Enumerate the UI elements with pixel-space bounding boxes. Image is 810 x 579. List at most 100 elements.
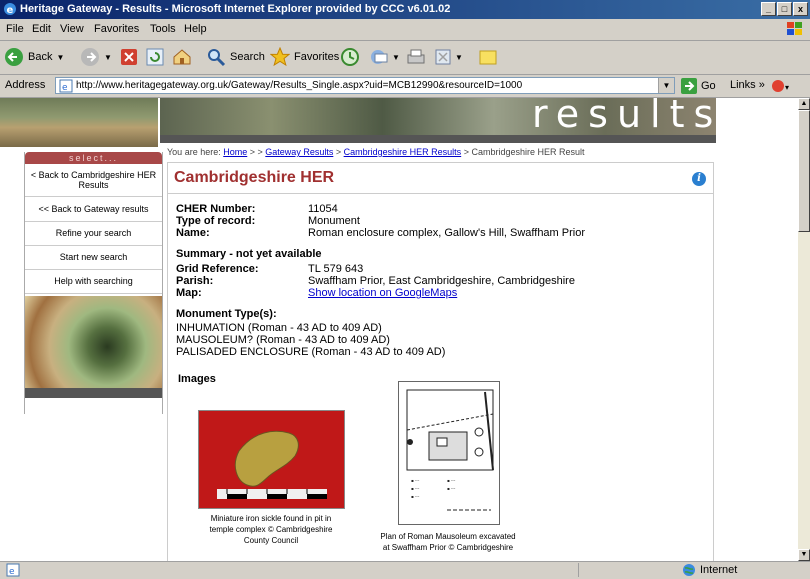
- monument-type-item: PALISADED ENCLOSURE (Roman - 43 AD to 40…: [176, 346, 446, 358]
- type-label: Type of record:: [176, 215, 256, 227]
- history-icon: [341, 48, 359, 66]
- toolbar: Back ▼ ▼ Search Favorites ▼ ▼: [0, 41, 810, 75]
- edit-button[interactable]: ▼: [434, 46, 463, 68]
- svg-text:▪ ---: ▪ ---: [447, 486, 456, 491]
- svg-text:▪ ---: ▪ ---: [411, 478, 420, 483]
- mail-icon: [371, 50, 388, 64]
- folder-icon: [479, 50, 497, 65]
- menu-help[interactable]: Help: [184, 23, 207, 35]
- page-status-icon: e: [6, 563, 20, 577]
- banner-title: results: [532, 98, 723, 136]
- security-zone: Internet: [682, 563, 737, 577]
- monument-type-item: MAUSOLEUM? (Roman - 43 AD to 409 AD): [176, 334, 390, 346]
- svg-text:e: e: [62, 83, 68, 93]
- parish-label: Parish:: [176, 275, 214, 287]
- banner-photo: [0, 98, 158, 147]
- map-label: Map:: [176, 287, 202, 299]
- home-icon: [173, 49, 191, 65]
- images-heading: Images: [178, 373, 216, 385]
- menu-favorites[interactable]: Favorites: [94, 23, 139, 35]
- ie-logo-icon: e: [4, 3, 16, 16]
- refresh-button[interactable]: [146, 46, 164, 68]
- sickle-caption-line: temple complex © Cambridgeshire: [209, 525, 333, 534]
- mail-button[interactable]: ▼: [368, 46, 400, 68]
- vertical-scrollbar[interactable]: ▲ ▼: [798, 98, 810, 561]
- monument-type-item: INHUMATION (Roman - 43 AD to 409 AD): [176, 322, 382, 334]
- printer-icon: [407, 49, 425, 64]
- svg-text:e: e: [7, 5, 14, 16]
- breadcrumb-home[interactable]: Home: [223, 147, 247, 157]
- spiral-staircase-photo: [25, 296, 162, 388]
- summary-heading: Summary - not yet available: [176, 248, 322, 260]
- chevron-down-icon: ▼: [56, 52, 65, 62]
- type-value: Monument: [308, 215, 360, 227]
- address-input[interactable]: e http://www.heritagegateway.org.uk/Gate…: [55, 77, 675, 94]
- close-button[interactable]: x: [793, 2, 808, 16]
- history-button[interactable]: [340, 46, 360, 68]
- scroll-down-button[interactable]: ▼: [798, 549, 810, 561]
- scroll-thumb[interactable]: [798, 110, 810, 232]
- sickle-image[interactable]: [198, 410, 345, 509]
- google-maps-link[interactable]: Show location on GoogleMaps: [308, 287, 457, 299]
- menu-file[interactable]: File: [6, 23, 24, 35]
- back-arrow-icon: [5, 48, 23, 66]
- links-button[interactable]: Links »: [730, 79, 765, 91]
- back-button[interactable]: Back ▼: [4, 46, 64, 68]
- go-button[interactable]: Go: [681, 78, 716, 94]
- title-bar: e Heritage Gateway - Results - Microsoft…: [0, 0, 810, 19]
- home-button[interactable]: [172, 46, 192, 68]
- plan-caption-line: Plan of Roman Mausoleum excavated: [380, 532, 516, 541]
- minimize-button[interactable]: _: [761, 2, 776, 16]
- address-dropdown-button[interactable]: ▼: [658, 78, 674, 93]
- stop-icon: [121, 49, 137, 65]
- record-panel: Cambridgeshire HER i CHER Number: 11054 …: [167, 162, 714, 561]
- svg-text:▪ ---: ▪ ---: [411, 486, 420, 491]
- scroll-up-button[interactable]: ▲: [798, 98, 810, 110]
- page-icon: e: [59, 79, 73, 93]
- sidebar-item-back-her[interactable]: < Back to Cambridgeshire HER Results: [25, 166, 162, 197]
- forward-arrow-icon: [81, 48, 99, 66]
- menu-tools[interactable]: Tools: [150, 23, 176, 35]
- favorites-button[interactable]: Favorites: [270, 46, 339, 68]
- refresh-icon: [146, 48, 164, 66]
- sidebar-item-refine[interactable]: Refine your search: [25, 222, 162, 246]
- sidebar-item-new-search[interactable]: Start new search: [25, 246, 162, 270]
- plan-caption-line: at Swaffham Prior © Cambridgeshire: [382, 543, 514, 552]
- star-icon: [270, 47, 290, 67]
- notes-button[interactable]: [478, 46, 498, 68]
- search-button[interactable]: Search: [206, 46, 265, 68]
- svg-text:▾: ▾: [785, 83, 789, 92]
- svg-text:▪ ---: ▪ ---: [411, 494, 420, 499]
- name-label: Name:: [176, 227, 210, 239]
- sidebar-select-header: select...: [25, 152, 162, 164]
- info-icon[interactable]: i: [692, 172, 706, 186]
- cher-value: 11054: [308, 203, 338, 215]
- breadcrumb-her-results[interactable]: Cambridgeshire HER Results: [344, 147, 462, 157]
- windows-flag-icon: [787, 22, 802, 35]
- addon-icon[interactable]: ▾: [770, 78, 792, 94]
- sidebar-item-help[interactable]: Help with searching: [25, 270, 162, 294]
- chevron-down-icon: ▼: [455, 52, 463, 62]
- sidebar-item-back-gateway[interactable]: << Back to Gateway results: [25, 198, 162, 222]
- chevron-down-icon: ▼: [104, 52, 112, 62]
- forward-button[interactable]: ▼: [80, 46, 112, 68]
- stop-button[interactable]: [120, 46, 138, 68]
- breadcrumb: You are here: Home > > Gateway Results >…: [167, 147, 585, 157]
- monument-types-heading: Monument Type(s):: [176, 308, 277, 320]
- breadcrumb-gateway-results[interactable]: Gateway Results: [265, 147, 333, 157]
- address-label: Address: [5, 79, 46, 91]
- search-icon: [208, 49, 226, 67]
- menu-edit[interactable]: Edit: [32, 23, 51, 35]
- menu-view[interactable]: View: [60, 23, 84, 35]
- sidebar: select... < Back to Cambridgeshire HER R…: [24, 152, 163, 414]
- mausoleum-plan-image[interactable]: ▪ --- ▪ --- ▪ --- ▪ --- ▪ ---: [398, 381, 500, 525]
- site-banner: results: [0, 98, 798, 147]
- grid-value: TL 579 643: [308, 263, 364, 275]
- svg-text:e: e: [9, 567, 15, 577]
- globe-icon: [683, 564, 695, 576]
- print-button[interactable]: [406, 46, 426, 68]
- menu-bar: File Edit View Favorites Tools Help: [0, 19, 810, 41]
- address-bar: Address e http://www.heritagegateway.org…: [0, 75, 810, 98]
- svg-text:▪ ---: ▪ ---: [447, 478, 456, 483]
- maximize-button[interactable]: □: [777, 2, 792, 16]
